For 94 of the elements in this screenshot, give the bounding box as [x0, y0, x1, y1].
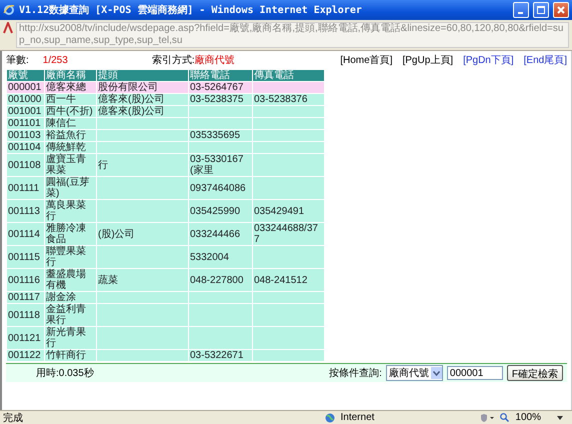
- table-row[interactable]: 001104 傳統鮮乾: [6, 142, 324, 154]
- count-label: 筆數:: [6, 54, 29, 67]
- table-cell: 001118: [8, 310, 40, 320]
- search-label: 按條件查詢:: [329, 366, 382, 380]
- table-cell: 001000: [8, 94, 42, 105]
- table-cell: 001115: [8, 252, 40, 262]
- table-cell: 億客來(股)公司: [98, 106, 165, 117]
- table-cell: 001111: [8, 182, 40, 194]
- column-header: 廠商名稱: [44, 70, 96, 82]
- table-cell: 萬良果菜行: [46, 200, 86, 222]
- page-link[interactable]: [End尾頁]: [524, 53, 567, 67]
- table-cell: 001122: [8, 350, 41, 361]
- table-cell: 傳統鮮乾: [46, 142, 86, 153]
- table-cell: 金益利青果行: [46, 304, 86, 326]
- table-cell: 盧寶玉青果菜: [46, 154, 86, 176]
- page-link[interactable]: [PgUp上頁]: [402, 53, 454, 67]
- page-link[interactable]: [PgDn下頁]: [463, 53, 514, 67]
- table-cell: 000001: [8, 82, 42, 93]
- table-cell: (股)公司: [98, 228, 135, 240]
- window-title: V1.12数據查詢 [X-POS 雲端商務網] - Windows Internet Explorer: [19, 3, 363, 17]
- zone-text: Internet: [340, 412, 374, 423]
- table-cell: 033244466: [190, 228, 240, 240]
- table-cell: 03-5238375: [190, 94, 244, 105]
- table-cell: 001114: [8, 228, 40, 240]
- table-row[interactable]: 001000 西一牛 億客來(股)公司 03-5238375 03-5238376: [6, 94, 324, 106]
- column-header: 提頭: [96, 70, 188, 82]
- table-cell: 048-227800: [190, 274, 244, 286]
- table-cell: 耋盛農場有機: [46, 269, 86, 291]
- table-cell: 竹軒商行: [46, 350, 86, 361]
- table-cell: 035425990: [190, 206, 240, 216]
- table-cell: 03-5264767: [190, 82, 244, 93]
- globe-icon: [324, 412, 334, 422]
- table-cell: 蔬菜: [98, 274, 118, 286]
- table-cell: 03-5322671: [190, 350, 244, 361]
- caret-icon[interactable]: [557, 416, 563, 420]
- table-cell: 0937464086: [190, 182, 246, 194]
- table-cell: 陳信仁: [46, 118, 76, 129]
- table-cell: 裕益魚行: [46, 130, 86, 141]
- table-cell: 股份有限公司: [98, 82, 158, 93]
- table-cell: 048-241512: [254, 274, 308, 286]
- table-cell: 圓福(豆芽菜): [46, 177, 90, 199]
- table-cell: 聯豐果菜行: [46, 246, 86, 268]
- table-cell: 億客來總: [46, 82, 86, 93]
- table-row[interactable]: 001103 裕益魚行 035335695: [6, 130, 324, 142]
- table-row[interactable]: 001117 謝金涂: [6, 292, 324, 304]
- column-header: 廠號: [6, 70, 44, 82]
- table-cell: 西一牛: [46, 94, 76, 105]
- table-row[interactable]: 001101 陳信仁: [6, 118, 324, 130]
- table-cell: 001103: [8, 130, 41, 141]
- table-cell: 035429491: [254, 206, 304, 216]
- table-cell: 001001: [8, 106, 42, 117]
- table-row[interactable]: 001122 竹軒商行 03-5322671: [6, 350, 324, 362]
- status-text: 完成: [3, 412, 24, 424]
- search-button[interactable]: F確定檢索: [506, 365, 563, 381]
- table-cell: 雅勝冷凍食品: [46, 223, 86, 245]
- table-cell: 行: [98, 160, 108, 170]
- table-cell: 03-5330167 (家里: [190, 154, 244, 176]
- search-field-dropdown[interactable]: 廠商代號: [386, 365, 443, 381]
- table-cell: 033244688/377: [254, 223, 318, 245]
- table-cell: 001104: [8, 142, 41, 153]
- table-cell: 謝金涂: [46, 292, 76, 303]
- zoom-icon: [500, 413, 510, 422]
- shield-icon[interactable]: [480, 412, 494, 422]
- table-cell: 5332004: [190, 252, 229, 262]
- maximize-button[interactable]: [533, 2, 549, 18]
- search-input[interactable]: 000001: [446, 366, 503, 380]
- count-value: 1/253: [42, 54, 68, 66]
- caret-icon: [432, 370, 440, 376]
- close-icon: [557, 6, 565, 14]
- page-icon: [3, 22, 13, 34]
- browser-logo-icon: [3, 4, 15, 16]
- page-link[interactable]: [Home首頁]: [340, 53, 392, 67]
- minimize-button[interactable]: [513, 2, 529, 18]
- table-cell: 001101: [8, 118, 41, 129]
- index-value: 廠商代號: [194, 54, 235, 67]
- index-label: 索引方式:: [152, 54, 195, 67]
- column-header: 傳真電話: [252, 70, 324, 82]
- table-cell: 001113: [8, 206, 40, 216]
- table-cell: 035335695: [190, 130, 240, 141]
- table-cell: 001116: [8, 274, 40, 286]
- table-cell: 001117: [8, 292, 40, 303]
- table-cell: 001121: [8, 332, 41, 344]
- table-row[interactable]: 000001 億客來總 股份有限公司 03-5264767: [6, 82, 324, 94]
- table-row[interactable]: 001001 西牛(不折) 億客來(股)公司: [6, 106, 324, 118]
- close-button[interactable]: [553, 2, 569, 18]
- zoom-level[interactable]: 100%: [515, 412, 541, 423]
- table-cell: 新光青果行: [46, 327, 86, 349]
- table-cell: 億客來(股)公司: [98, 94, 165, 105]
- table-cell: 001108: [8, 160, 41, 170]
- maximize-icon: [537, 6, 545, 14]
- column-header: 聯絡電話: [188, 70, 252, 82]
- elapsed-time: 用時:0.035秒: [36, 366, 95, 380]
- table-cell: 西牛(不折): [46, 106, 93, 117]
- table-cell: 03-5238376: [254, 94, 308, 105]
